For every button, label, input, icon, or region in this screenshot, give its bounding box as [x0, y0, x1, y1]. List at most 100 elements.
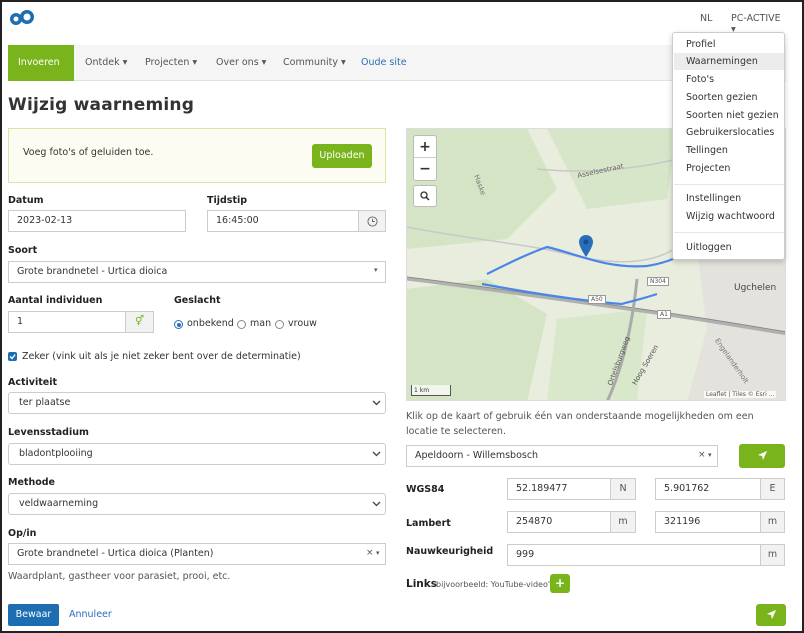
menu-item-projecten[interactable]: Projecten	[686, 163, 730, 174]
nav-invoeren[interactable]: Invoeren ▾	[8, 45, 74, 104]
user-dropdown-menu: Profiel Waarnemingen Foto's Soorten gezi…	[672, 32, 785, 260]
map-attribution[interactable]: Leaflet | Tiles © Esri ...	[704, 391, 777, 398]
place-select[interactable]: Apeldoorn - Willemsbosch	[406, 445, 718, 467]
menu-item-fotos[interactable]: Foto's	[686, 74, 714, 85]
lambert-x-unit: m	[610, 511, 636, 533]
host-select[interactable]: Grote brandnetel - Urtica dioica (Plante…	[8, 543, 386, 565]
nav-oude-site[interactable]: Oude site	[361, 45, 407, 81]
cancel-link[interactable]: Annuleer	[69, 609, 112, 620]
date-input[interactable]: 2023-02-13	[8, 210, 186, 232]
waarneming-logo[interactable]	[8, 8, 40, 28]
check-icon	[9, 354, 16, 360]
accuracy-input[interactable]: 999	[507, 544, 761, 566]
chevron-down-icon	[372, 400, 381, 406]
species-select[interactable]: Grote brandnetel - Urtica dioica	[8, 261, 386, 283]
sex-label: Geslacht	[174, 295, 221, 306]
location-help-text: Klik op de kaart of gebruik één van onde…	[406, 411, 754, 437]
top-bar: NL PC-ACTIVE ▾	[8, 8, 788, 36]
menu-item-gebruikerslocaties[interactable]: Gebruikerslocaties	[686, 127, 774, 138]
menu-item-waarnemingen[interactable]: Waarnemingen	[686, 56, 758, 67]
gender-icon: ⚥	[134, 316, 145, 327]
language-toggle[interactable]: NL	[700, 13, 712, 24]
road-shield: A1	[657, 310, 671, 319]
dropdown-divider	[674, 184, 784, 185]
menu-item-soorten-gezien[interactable]: Soorten gezien	[686, 92, 758, 103]
map-marker-icon[interactable]	[579, 235, 593, 257]
sex-symbols-button[interactable]: ⚥	[125, 311, 154, 333]
sex-radio-vrouw[interactable]	[275, 320, 284, 329]
method-label: Methode	[8, 477, 55, 488]
dropdown-divider	[674, 232, 784, 233]
time-input[interactable]: 16:45:00	[207, 210, 359, 232]
count-label: Aantal individuen	[8, 295, 103, 306]
location-arrow-icon	[766, 609, 776, 620]
wgs84-lon-input[interactable]: 5.901762	[655, 478, 761, 500]
lambert-x-input[interactable]: 254870	[507, 511, 611, 533]
upload-button[interactable]: Uploaden	[312, 144, 372, 168]
menu-item-instellingen[interactable]: Instellingen	[686, 193, 741, 204]
upload-instruction: Voeg foto's of geluiden toe.	[23, 147, 154, 158]
chevron-down-icon	[372, 451, 381, 457]
count-input[interactable]: 1	[8, 311, 126, 333]
lat-unit: N	[610, 478, 636, 500]
location-arrow-icon	[757, 450, 767, 461]
host-label: Op/in	[8, 528, 37, 539]
plus-icon: +	[554, 576, 566, 590]
add-link-button[interactable]: +	[550, 574, 570, 593]
nav-projecten[interactable]: Projecten ▾	[145, 45, 197, 81]
date-label: Datum	[8, 195, 44, 206]
nav-over-ons[interactable]: Over ons ▾	[216, 45, 266, 81]
sex-option-label: onbekend	[187, 318, 234, 329]
method-select[interactable]: veldwaarneming	[8, 493, 386, 515]
nav-ontdek[interactable]: Ontdek ▾	[85, 45, 127, 81]
time-label: Tijdstip	[207, 195, 248, 206]
sex-option-label: man	[250, 318, 272, 329]
road-shield: N304	[647, 277, 669, 286]
menu-item-wijzig-wachtwoord[interactable]: Wijzig wachtwoord	[686, 211, 775, 222]
clear-icon[interactable]: ×	[698, 450, 706, 460]
species-label: Soort	[8, 245, 38, 256]
page-title: Wijzig waarneming	[8, 95, 195, 115]
clock-icon	[366, 216, 378, 227]
chevron-down-icon: ▾	[374, 266, 378, 274]
activity-label: Activiteit	[8, 377, 58, 388]
lambert-y-unit: m	[760, 511, 785, 533]
host-help-text: Waardplant, gastheer voor parasiet, proo…	[8, 571, 231, 582]
clock-button[interactable]	[358, 210, 386, 232]
clear-icon[interactable]: ×	[366, 548, 374, 558]
sex-option-label: vrouw	[288, 318, 317, 329]
accuracy-unit: m	[760, 544, 785, 566]
certain-label: Zeker (vink uit als je niet zeker bent o…	[22, 351, 301, 362]
zoom-out-button[interactable]: −	[414, 158, 436, 180]
stage-label: Levensstadium	[8, 427, 89, 438]
nav-community[interactable]: Community ▾	[283, 45, 346, 81]
scale-bar: 1 km	[411, 385, 451, 396]
stage-select[interactable]: bladontplooiing	[8, 443, 386, 465]
sex-radio-man[interactable]	[237, 320, 246, 329]
lambert-y-input[interactable]: 321196	[655, 511, 761, 533]
locate-button[interactable]	[739, 444, 785, 468]
lon-unit: E	[760, 478, 785, 500]
accuracy-label: Nauwkeurigheid	[406, 546, 494, 557]
links-help: bijvoorbeeld: YouTube-video's	[436, 580, 555, 589]
zoom-in-button[interactable]: +	[414, 136, 436, 158]
map-zoom-control: + −	[413, 135, 437, 181]
chevron-down-icon: ▾	[376, 549, 380, 557]
sex-radio-onbekend[interactable]	[174, 320, 183, 329]
search-icon	[420, 191, 430, 201]
menu-item-uitloggen[interactable]: Uitloggen	[686, 242, 732, 253]
wgs84-lat-input[interactable]: 52.189477	[507, 478, 611, 500]
chevron-down-icon: ▾	[708, 451, 712, 459]
wgs84-label: WGS84	[406, 484, 445, 495]
menu-item-tellingen[interactable]: Tellingen	[686, 145, 728, 156]
menu-item-soorten-niet-gezien[interactable]: Soorten niet gezien	[686, 110, 779, 121]
bottom-locate-button[interactable]	[756, 604, 786, 626]
map-search-button[interactable]	[413, 185, 437, 207]
menu-item-profiel[interactable]: Profiel	[686, 39, 716, 50]
map-label: Ugchelen	[734, 283, 777, 293]
media-upload-box: Voeg foto's of geluiden toe. Uploaden	[8, 128, 386, 183]
activity-select[interactable]: ter plaatse	[8, 392, 386, 414]
save-button[interactable]: Bewaar	[8, 604, 59, 626]
links-label: Links	[406, 578, 437, 590]
lambert-label: Lambert	[406, 518, 451, 529]
